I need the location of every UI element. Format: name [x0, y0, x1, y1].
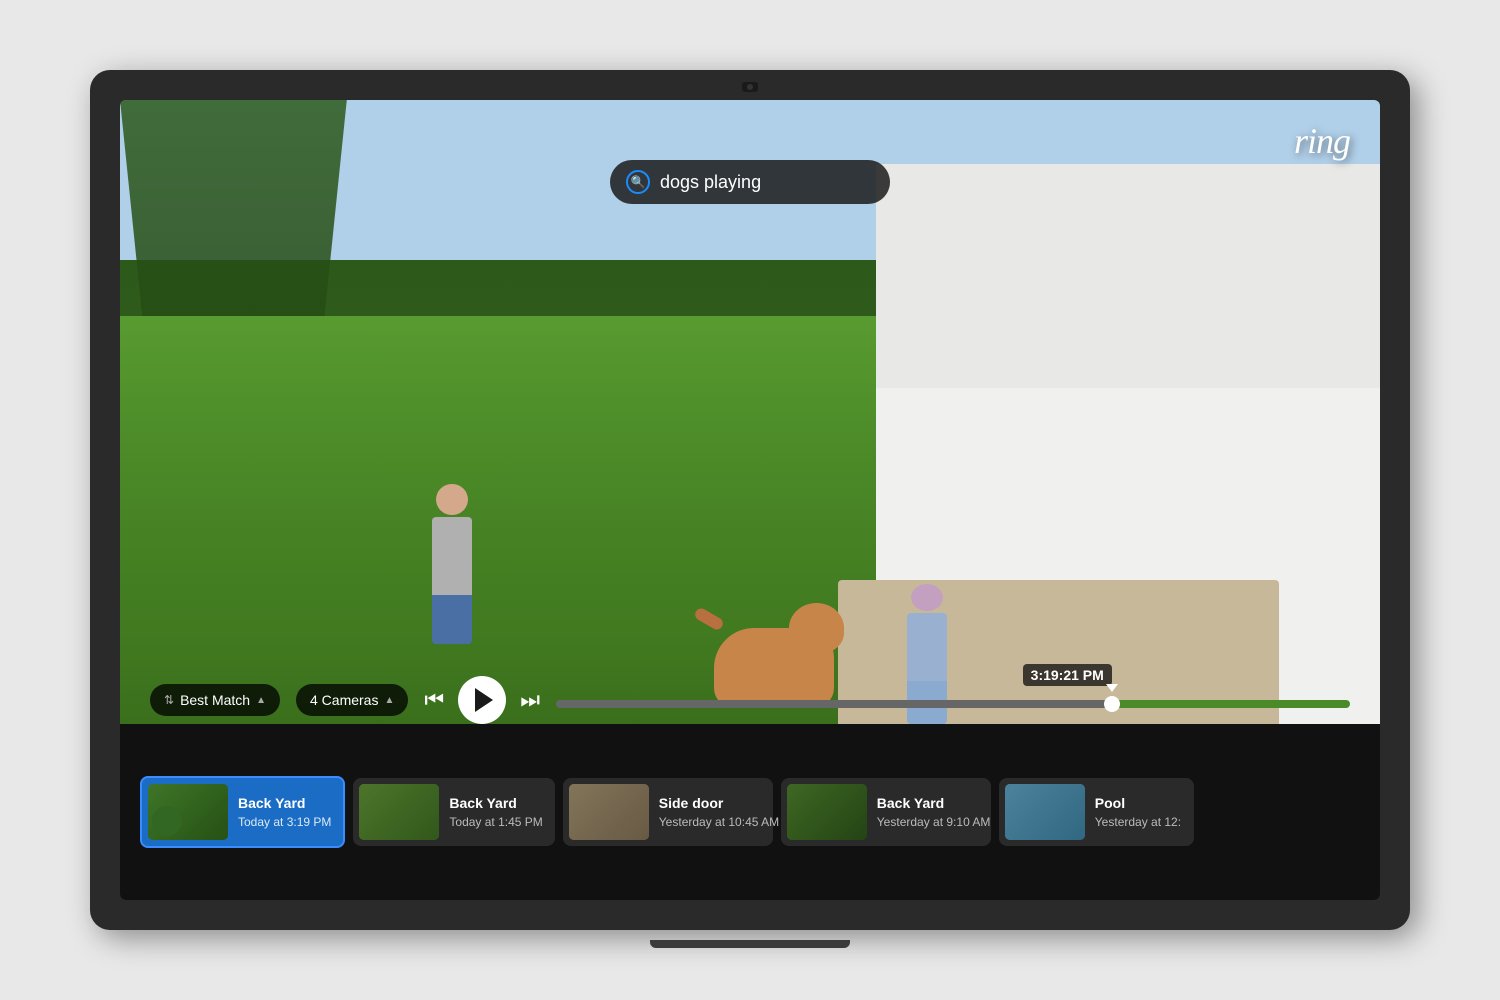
person-legs	[432, 595, 472, 644]
person2-body	[907, 613, 947, 681]
timeline-track[interactable]	[556, 700, 1350, 708]
thumb-item-3[interactable]: Side door Yesterday at 10:45 AM	[563, 778, 773, 846]
thumb-item-4[interactable]: Back Yard Yesterday at 9:10 AM	[781, 778, 991, 846]
tv-frame: ring dogs playing ⇅ Best Match ▲ 4 Camer…	[90, 70, 1410, 930]
thumb-info-2: Back Yard Today at 1:45 PM	[449, 795, 542, 829]
thumb-img-4	[787, 784, 867, 840]
person-left	[422, 484, 482, 644]
skip-prev-button[interactable]: ⏮	[424, 687, 444, 713]
search-icon	[626, 170, 650, 194]
timeline-thumb[interactable]	[1104, 696, 1120, 712]
playback-controls: ⏮ ⏭	[424, 676, 540, 724]
screen: ring dogs playing ⇅ Best Match ▲ 4 Camer…	[120, 100, 1380, 900]
thumb-title-3: Side door	[659, 795, 779, 811]
thumb-img-2	[359, 784, 439, 840]
thumb-time-2: Today at 1:45 PM	[449, 815, 542, 829]
sort-label: Best Match	[180, 692, 250, 708]
thumb-info-5: Pool Yesterday at 12:	[1095, 795, 1181, 829]
thumb-info-4: Back Yard Yesterday at 9:10 AM	[877, 795, 991, 829]
sort-chevron: ▲	[256, 695, 266, 706]
camera-indicator	[742, 82, 758, 92]
cameras-chevron: ▲	[384, 695, 394, 706]
thumb-time-4: Yesterday at 9:10 AM	[877, 815, 991, 829]
video-area: ring dogs playing ⇅ Best Match ▲ 4 Camer…	[120, 100, 1380, 900]
thumb-info-3: Side door Yesterday at 10:45 AM	[659, 795, 779, 829]
thumb-img-3	[569, 784, 649, 840]
person-head	[436, 484, 468, 515]
thumb-time-3: Yesterday at 10:45 AM	[659, 815, 779, 829]
thumb-title-5: Pool	[1095, 795, 1181, 811]
person-body	[432, 517, 472, 595]
person2-head	[911, 584, 943, 611]
skip-next-button[interactable]: ⏭	[520, 687, 540, 713]
skip-next-icon: ⏭	[520, 687, 540, 713]
ring-logo: ring	[1294, 120, 1350, 162]
thumbnail-strip: Back Yard Today at 3:19 PM Back Yard Tod…	[120, 724, 1380, 900]
play-button[interactable]	[458, 676, 506, 724]
sort-button[interactable]: ⇅ Best Match ▲	[150, 684, 280, 716]
thumb-title-4: Back Yard	[877, 795, 991, 811]
thumb-img-1	[148, 784, 228, 840]
time-caret	[1106, 684, 1118, 692]
search-bar[interactable]: dogs playing	[610, 160, 890, 204]
thumb-info-1: Back Yard Today at 3:19 PM	[238, 795, 331, 829]
thumb-item-5[interactable]: Pool Yesterday at 12:	[999, 778, 1194, 846]
timeline-container[interactable]: 3:19:21 PM	[556, 692, 1350, 708]
cameras-label: 4 Cameras	[310, 692, 378, 708]
play-icon	[475, 688, 493, 712]
thumb-time-5: Yesterday at 12:	[1095, 815, 1181, 829]
dog-head	[789, 603, 844, 653]
thumb-item-2[interactable]: Back Yard Today at 1:45 PM	[353, 778, 554, 846]
thumb-item-1[interactable]: Back Yard Today at 3:19 PM	[140, 776, 345, 848]
time-label: 3:19:21 PM	[1023, 664, 1112, 686]
skip-prev-icon: ⏮	[424, 687, 444, 713]
sort-icon: ⇅	[164, 693, 174, 707]
thumb-title-2: Back Yard	[449, 795, 542, 811]
thumb-img-5	[1005, 784, 1085, 840]
controls-overlay: ⇅ Best Match ▲ 4 Cameras ▲ ⏮ ⏭	[120, 676, 1380, 724]
cameras-button[interactable]: 4 Cameras ▲	[296, 684, 408, 716]
search-query: dogs playing	[660, 172, 761, 193]
timeline-progress	[556, 700, 1112, 708]
thumb-time-1: Today at 3:19 PM	[238, 815, 331, 829]
thumb-title-1: Back Yard	[238, 795, 331, 811]
